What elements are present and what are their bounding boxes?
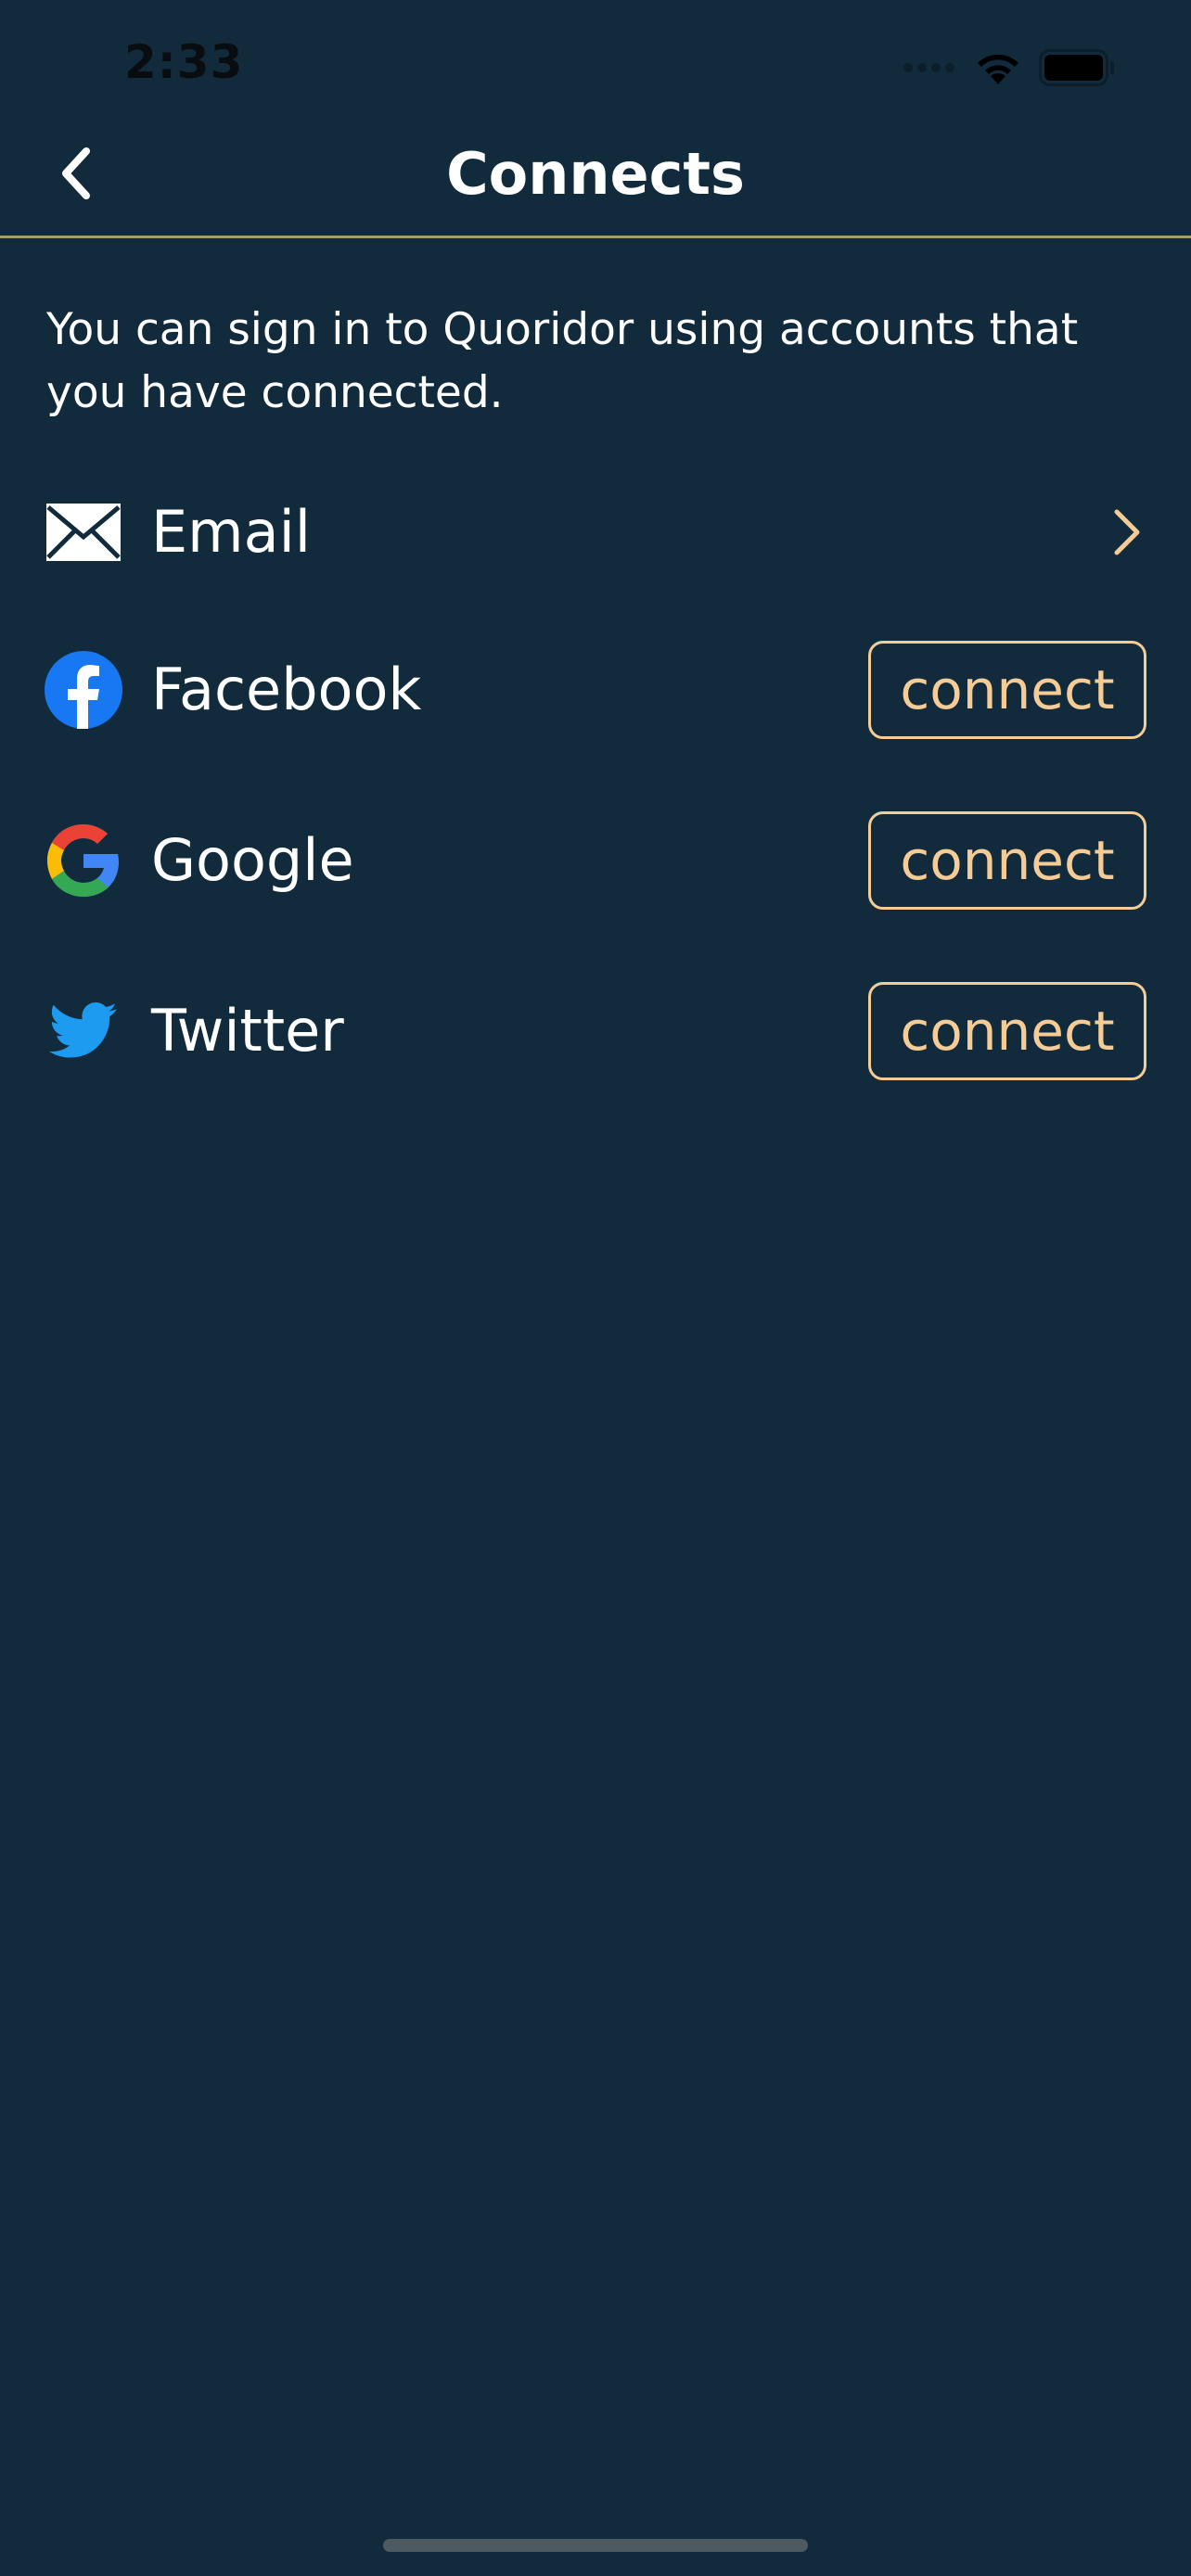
connect-google-button[interactable]: connect — [868, 811, 1146, 910]
status-bar: 2:33 — [0, 0, 1191, 130]
wifi-icon — [978, 54, 1018, 84]
status-icons — [902, 45, 1115, 91]
google-icon — [43, 820, 124, 901]
connect-twitter-button[interactable]: connect — [868, 982, 1146, 1080]
connect-facebook-button[interactable]: connect — [868, 641, 1146, 739]
page-title: Connects — [446, 140, 745, 208]
account-label-twitter: Twitter — [151, 997, 344, 1065]
account-label-facebook: Facebook — [151, 656, 422, 723]
account-row-google: Google connect — [0, 805, 1191, 916]
battery-icon — [1039, 49, 1114, 86]
account-label-email: Email — [151, 498, 312, 566]
navigation-bar: Connects — [0, 111, 1191, 238]
cellular-signal-icon — [903, 63, 954, 72]
twitter-icon — [43, 990, 124, 1072]
account-row-twitter: Twitter connect — [0, 976, 1191, 1087]
facebook-icon — [43, 649, 124, 731]
account-row-email[interactable]: Email — [0, 477, 1191, 588]
description-text: You can sign in to Quoridor using accoun… — [46, 304, 1079, 418]
status-time: 2:33 — [124, 35, 244, 89]
home-indicator[interactable] — [383, 2539, 808, 2552]
connects-screen: 2:33 Connects You can sign in to Quorido… — [0, 0, 1191, 2576]
account-row-facebook: Facebook connect — [0, 634, 1191, 746]
chevron-right-icon[interactable] — [1106, 504, 1148, 560]
mail-icon — [43, 491, 124, 573]
account-label-google: Google — [151, 826, 354, 894]
